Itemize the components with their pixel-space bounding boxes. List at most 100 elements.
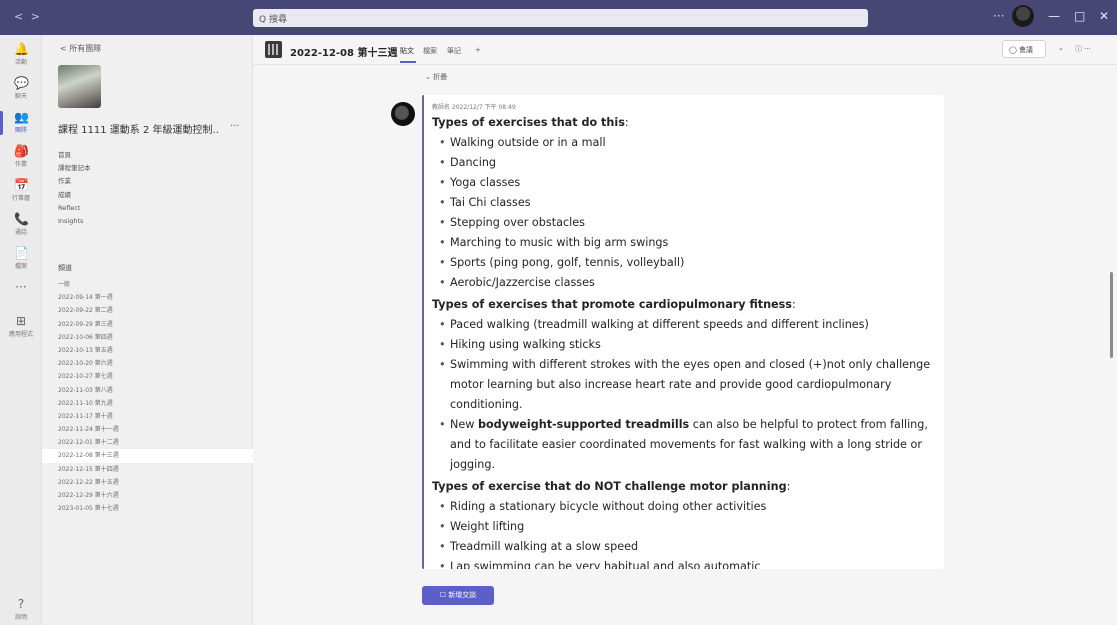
- channel-title: 2022-12-08 第十三週: [290, 48, 398, 59]
- channel-item[interactable]: 2022-09-14 第一週: [42, 291, 253, 304]
- rail-item-assignments[interactable]: 🎒 作業: [0, 140, 42, 174]
- maximize-button[interactable]: □: [1074, 9, 1085, 23]
- section-heading: Types of exercise that do NOT challenge …: [432, 480, 791, 493]
- files-icon: 📄: [14, 246, 29, 260]
- section-heading-text: Types of exercises that promote cardiopu…: [432, 298, 792, 311]
- tab-files[interactable]: 檔案: [423, 46, 437, 56]
- meet-button[interactable]: ◯ 會議: [1002, 40, 1046, 58]
- channel-item[interactable]: 2022-12-29 第十六週: [42, 489, 253, 502]
- channel-item[interactable]: 2022-12-01 第十二週: [42, 436, 253, 449]
- apps-icon: ⊞: [15, 314, 27, 328]
- channel-item[interactable]: 2022-12-22 第十五週: [42, 476, 253, 489]
- channel-item[interactable]: 2022-12-08 第十三週: [42, 449, 253, 463]
- channel-info-icon[interactable]: ⓘ ···: [1075, 44, 1091, 54]
- list-item: Paced walking (treadmill walking at diff…: [432, 315, 937, 335]
- scrollbar[interactable]: [1110, 272, 1113, 358]
- section-heading: Types of exercises that promote cardiopu…: [432, 298, 796, 311]
- post-meta: 教師名 2022/12/7 下午 08:49: [432, 104, 516, 111]
- channel-item[interactable]: 2022-10-13 第五週: [42, 344, 253, 357]
- channel-item[interactable]: 2023-01-05 第十七週: [42, 502, 253, 515]
- teams-icon: 👥: [14, 110, 29, 124]
- list-item: Riding a stationary bicycle without doin…: [432, 497, 937, 517]
- rail-item-chat[interactable]: 💬 聊天: [0, 72, 42, 106]
- post-body: Types of exercises that do this: Walking …: [432, 113, 937, 569]
- new-conversation-button[interactable]: ☐ 新增交談: [422, 586, 494, 605]
- rail-item-more[interactable]: ···: [0, 276, 42, 310]
- search-input[interactable]: Q 搜尋: [253, 9, 868, 27]
- list-item-text: New: [450, 418, 478, 431]
- rail-item-label: 團隊: [14, 127, 27, 134]
- channel-item[interactable]: 2022-10-20 第六週: [42, 357, 253, 370]
- list-item: Weight lifting: [432, 517, 937, 537]
- tab-posts[interactable]: 貼文: [400, 46, 414, 56]
- rail-item-teams[interactable]: 👥 團隊: [0, 106, 42, 140]
- list-item: New bodyweight-supported treadmills can …: [432, 415, 937, 475]
- channel-header: 2022-12-08 第十三週 貼文 檔案 筆記 + ◯ 會議 ⌄ ⓘ ···: [253, 35, 1117, 65]
- rail-item-apps[interactable]: ⊞ 應用程式: [0, 310, 42, 344]
- rail-item-bell[interactable]: 🔔 活動: [0, 38, 42, 72]
- pinned-tab[interactable]: Reflect: [58, 202, 91, 215]
- channel-item[interactable]: 2022-12-15 第十四週: [42, 463, 253, 476]
- help-icon: ?: [17, 597, 25, 611]
- list-item: Aerobic/Jazzercise classes: [432, 273, 937, 293]
- meet-chevron-icon[interactable]: ⌄: [1058, 44, 1064, 52]
- list-item: Marching to music with big arm swings: [432, 233, 937, 253]
- author-avatar: [391, 102, 415, 126]
- channel-item[interactable]: 2022-09-29 第三週: [42, 318, 253, 331]
- list-item: Dancing: [432, 153, 937, 173]
- app-rail: 🔔 活動 💬 聊天 👥 團隊 🎒 作業 📅 行事曆 📞 通話 📄 檔案 ··· ⊞ 應用程式? 說明: [0, 35, 42, 625]
- rail-item-help[interactable]: ? 說明: [0, 593, 42, 625]
- list-item: Swimming with different strokes with the…: [432, 355, 937, 415]
- active-tab-indicator: [400, 61, 416, 63]
- channel-panel: < 所有團隊 課程 1111 運動系 2 年級運動控制... ··· 首頁 課程筆…: [42, 35, 253, 625]
- list-item: Sports (ping pong, golf, tennis, volleyb…: [432, 253, 937, 273]
- channel-item[interactable]: 2022-09-22 第二週: [42, 304, 253, 317]
- rail-item-label: 活動: [14, 59, 27, 66]
- close-button[interactable]: ✕: [1099, 9, 1109, 23]
- pinned-tab[interactable]: 作業: [58, 175, 91, 188]
- team-name[interactable]: 課程 1111 運動系 2 年級運動控制...: [58, 121, 218, 136]
- list-item: Hiking using walking sticks: [432, 335, 937, 355]
- calendar-icon: 📅: [14, 178, 29, 192]
- more-icon: ···: [15, 280, 27, 294]
- back-forward-nav[interactable]: < >: [14, 10, 42, 23]
- tab-notes[interactable]: 筆記: [447, 46, 461, 56]
- post-card: 教師名 2022/12/7 下午 08:49 Types of exercise…: [422, 95, 944, 569]
- rail-item-label: 通話: [14, 229, 27, 236]
- add-tab-icon[interactable]: +: [475, 46, 481, 54]
- list-item: Lap swimming can be very habitual and al…: [432, 557, 937, 569]
- rail-item-calendar[interactable]: 📅 行事曆: [0, 174, 42, 208]
- rail-item-label: 說明: [14, 614, 27, 621]
- channel-item[interactable]: 2022-11-03 第八週: [42, 384, 253, 397]
- channel-item[interactable]: 一般: [42, 278, 253, 291]
- settings-more-icon[interactable]: ···: [993, 9, 1004, 23]
- all-teams-link[interactable]: < 所有團隊: [60, 43, 101, 54]
- pinned-tab[interactable]: 課程筆記本: [58, 162, 91, 175]
- team-image: [58, 65, 101, 108]
- pinned-tab[interactable]: 首頁: [58, 149, 91, 162]
- rail-item-files[interactable]: 📄 檔案: [0, 242, 42, 276]
- pinned-tab[interactable]: Insights: [58, 215, 91, 228]
- list-item: Yoga classes: [432, 173, 937, 193]
- minimize-button[interactable]: —: [1048, 9, 1060, 23]
- chat-icon: 💬: [14, 76, 29, 90]
- rail-item-calls[interactable]: 📞 通話: [0, 208, 42, 242]
- pinned-tab[interactable]: 成績: [58, 189, 91, 202]
- team-more-icon[interactable]: ···: [230, 121, 240, 132]
- rail-item-label: 聊天: [14, 93, 27, 100]
- channel-item[interactable]: 2022-11-24 第十一週: [42, 423, 253, 436]
- user-avatar[interactable]: [1012, 5, 1034, 27]
- channel-item[interactable]: 2022-11-17 第十週: [42, 410, 253, 423]
- channel-item[interactable]: 2022-10-06 第四週: [42, 331, 253, 344]
- collapse-replies-button[interactable]: ⌄ 折疊: [425, 72, 447, 82]
- section-heading-text: Types of exercises that do this: [432, 116, 625, 129]
- list-item: Walking outside or in a mall: [432, 133, 937, 153]
- rail-item-label: 應用程式: [8, 331, 33, 338]
- list-item: Tai Chi classes: [432, 193, 937, 213]
- channels-heading: 頻道: [58, 264, 72, 272]
- pinned-tabs: 首頁 課程筆記本 作業 成績 Reflect Insights: [58, 149, 91, 228]
- title-bar: < > Q 搜尋 ··· — □ ✕: [0, 0, 1117, 35]
- rail-item-label: 行事曆: [11, 195, 30, 202]
- channel-item[interactable]: 2022-10-27 第七週: [42, 370, 253, 383]
- channel-item[interactable]: 2022-11-10 第九週: [42, 397, 253, 410]
